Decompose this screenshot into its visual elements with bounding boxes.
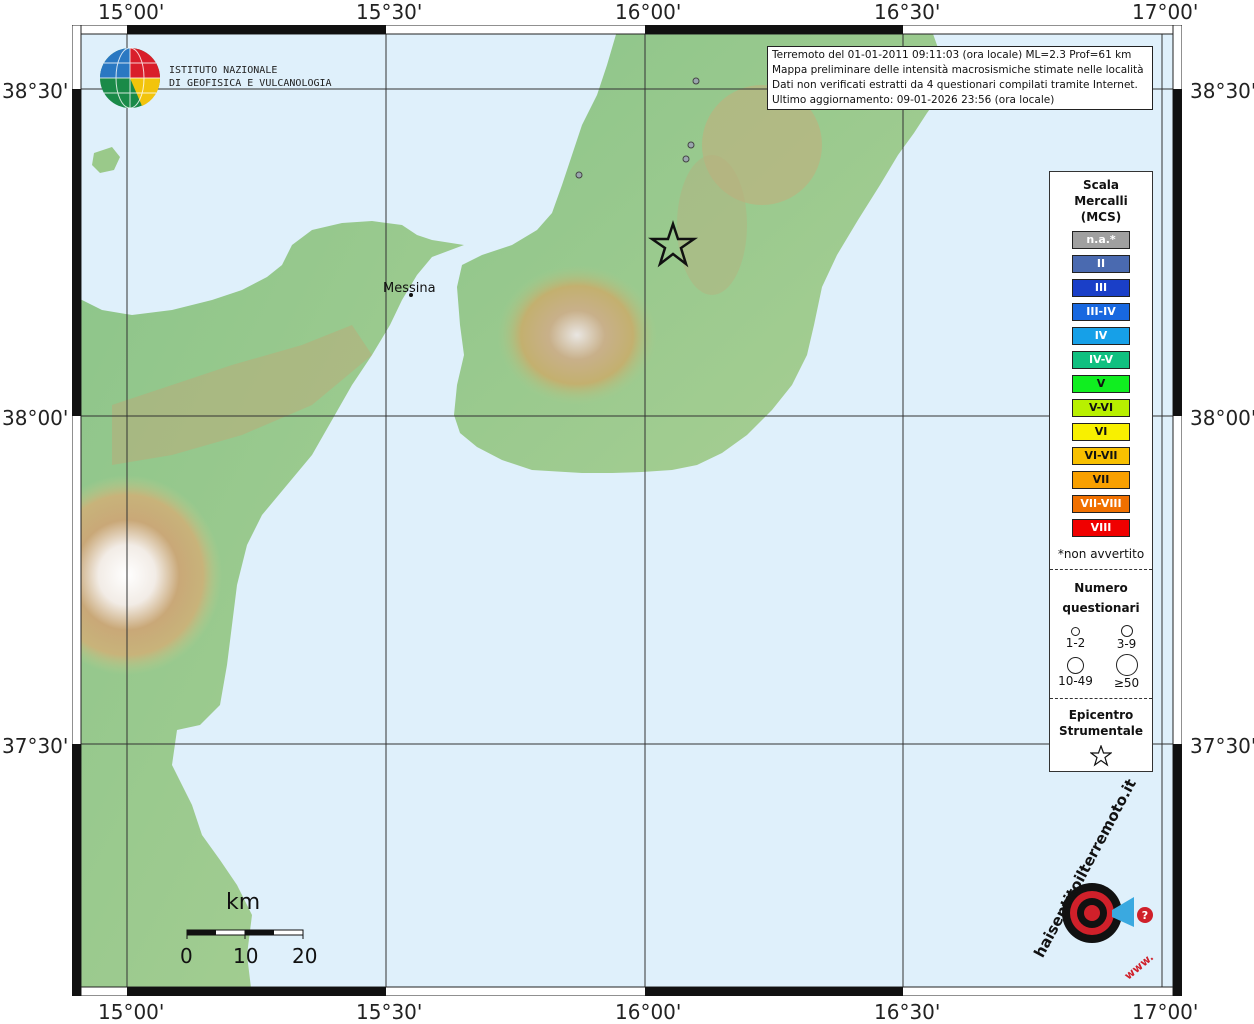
size-1-2: 1-2 <box>1050 622 1101 651</box>
intensity-swatch: III <box>1072 279 1130 297</box>
epicentro-title: Epicentro Strumentale <box>1050 707 1152 739</box>
legend-divider <box>1050 569 1152 570</box>
intensity-swatch: VII-VIII <box>1072 495 1130 513</box>
lon-label-top-4: 16°30' <box>874 0 941 24</box>
scale-unit-label: km <box>226 890 261 915</box>
place-label-messina: Messina <box>383 281 436 296</box>
lat-label-left-1: 38°30' <box>2 79 69 103</box>
size-50plus: ≥50 <box>1101 653 1152 690</box>
size-circle-small-icon <box>1071 627 1080 636</box>
lon-label-bottom-2: 15°30' <box>356 1000 423 1024</box>
lat-label-right-2: 38°00' <box>1190 406 1254 430</box>
svg-text:?: ? <box>1142 909 1148 922</box>
legend-note: *non avvertito <box>1057 547 1145 561</box>
size-10-49: 10-49 <box>1050 653 1101 690</box>
intensity-swatch: VI-VII <box>1072 447 1130 465</box>
scale-tick-10: 10 <box>233 944 259 968</box>
size-circle-medium-icon <box>1120 625 1133 637</box>
intensity-swatch: VII <box>1072 471 1130 489</box>
questionari-line2: questionari <box>1062 601 1140 615</box>
intensity-swatches: n.a.* II III III-IV IV IV-V V V-VI VI VI-VII VII VI… <box>1050 231 1152 537</box>
questionnaire-marker[interactable] <box>687 141 695 149</box>
map-canvas[interactable]: ? <box>72 25 1182 996</box>
intensity-swatch: V <box>1072 375 1130 393</box>
aspromonte-relief <box>497 265 657 405</box>
size-label: 3-9 <box>1116 637 1137 651</box>
intensity-swatch: IV <box>1072 327 1130 345</box>
questionnaire-marker[interactable] <box>692 77 700 85</box>
lon-label-top-3: 16°00' <box>615 0 682 24</box>
size-circle-xlarge-icon <box>1115 654 1138 676</box>
ingv-name-line2: DI GEOFISICA E VULCANOLOGIA <box>169 78 332 89</box>
event-info-box: Terremoto del 01-01-2011 09:11:03 (ora l… <box>767 46 1153 110</box>
legend-title-line1: Scala <box>1082 178 1120 192</box>
legend-title-line2: Mercalli <box>1074 194 1128 208</box>
size-label: 10-49 <box>1058 674 1093 688</box>
ingv-logo-icon <box>100 47 161 109</box>
legend-title-line3: (MCS) <box>1080 210 1122 224</box>
size-label: ≥50 <box>1113 676 1140 690</box>
lon-label-bottom-5: 17°00' <box>1132 1000 1199 1024</box>
lat-label-right-3: 37°30' <box>1190 734 1254 758</box>
questionnaire-marker[interactable] <box>682 155 690 163</box>
epicentro-star-icon <box>1050 744 1152 771</box>
lat-label-left-2: 38°00' <box>2 406 69 430</box>
lon-label-top-5: 17°00' <box>1132 0 1199 24</box>
intensity-swatch: VI <box>1072 423 1130 441</box>
lat-label-left-3: 37°30' <box>2 734 69 758</box>
lon-label-bottom-3: 16°00' <box>615 1000 682 1024</box>
questionari-line1: Numero <box>1074 581 1128 595</box>
questionari-sizes: 1-2 3-9 10-49 ≥50 <box>1050 622 1152 690</box>
intensity-swatch: IV-V <box>1072 351 1130 369</box>
scale-tick-0: 0 <box>180 944 193 968</box>
epicentro-line1: Epicentro <box>1068 708 1134 722</box>
lat-label-right-1: 38°30' <box>1190 79 1254 103</box>
event-info-line1: Terremoto del 01-01-2011 09:11:03 (ora l… <box>772 49 1132 61</box>
ingv-name-line1: ISTITUTO NAZIONALE <box>169 65 278 76</box>
lon-label-bottom-1: 15°00' <box>98 1000 165 1024</box>
intensity-swatch: VIII <box>1072 519 1130 537</box>
size-3-9: 3-9 <box>1101 622 1152 651</box>
intensity-swatch: n.a.* <box>1072 231 1130 249</box>
event-info-line4: Ultimo aggiornamento: 09-01-2026 23:56 (… <box>772 94 1055 106</box>
event-info-line2: Mappa preliminare delle intensità macros… <box>772 64 1144 76</box>
intensity-swatch: III-IV <box>1072 303 1130 321</box>
intensity-swatch: V-VI <box>1072 399 1130 417</box>
intensity-swatch: II <box>1072 255 1130 273</box>
questionari-title: Numero questionari <box>1050 578 1152 618</box>
lon-label-bottom-4: 16°30' <box>874 1000 941 1024</box>
lon-label-top-2: 15°30' <box>356 0 423 24</box>
legend-divider <box>1050 698 1152 699</box>
map-frame: ? haisentitoilterremoto.it www. <box>72 25 1182 996</box>
size-circle-large-icon <box>1067 657 1084 674</box>
ingv-name: ISTITUTO NAZIONALE DI GEOFISICA E VULCAN… <box>169 64 332 90</box>
size-label: 1-2 <box>1065 636 1086 650</box>
event-info-line3: Dati non verificati estratti da 4 questi… <box>772 79 1138 91</box>
questionnaire-marker[interactable] <box>575 171 583 179</box>
lon-label-top-1: 15°00' <box>98 0 165 24</box>
legend: Scala Mercalli (MCS) n.a.* II III III-IV IV I… <box>1049 171 1153 772</box>
legend-title: Scala Mercalli (MCS) <box>1050 177 1152 225</box>
scale-tick-20: 20 <box>292 944 318 968</box>
epicentro-line2: Strumentale <box>1058 724 1144 738</box>
ridge-relief <box>677 155 747 295</box>
